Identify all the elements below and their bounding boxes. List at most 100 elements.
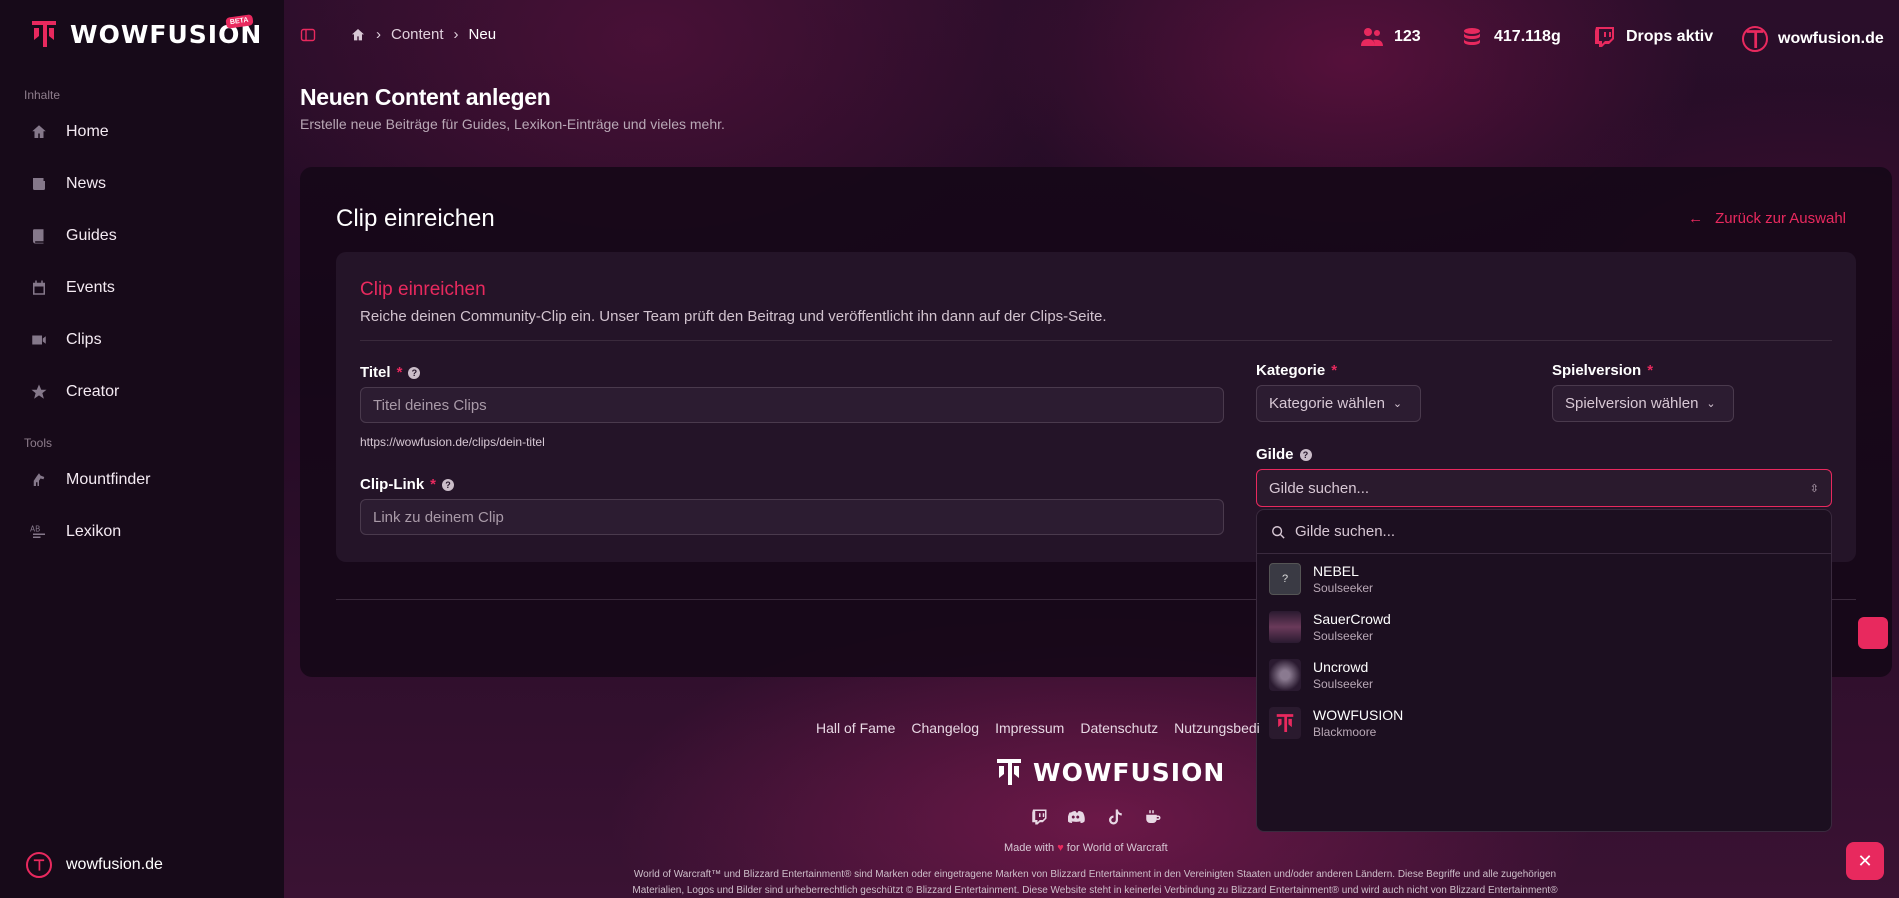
tiktok-icon[interactable] [1106,808,1124,826]
sidebar-item-mountfinder[interactable]: Mountfinder [30,466,151,494]
heart-icon: ♥ [1057,842,1064,854]
clip-link-label-text: Clip-Link [360,476,425,493]
back-to-selection-link[interactable]: ← Zurück zur Auswahl [1688,210,1846,227]
home-icon [32,125,46,138]
breadcrumb-item-current: Neu [468,26,497,43]
coffee-icon[interactable] [1144,808,1162,826]
made-with-suffix: for World of Warcraft [1066,842,1168,854]
page-subtitle: Erstelle neue Beiträge für Guides, Lexik… [300,116,725,132]
site-link[interactable]: wowfusion.de [1742,26,1884,52]
drops-status[interactable]: Drops aktiv [1592,26,1713,48]
guild-option[interactable]: Uncrowd Soulseeker [1269,659,1373,691]
footer-link[interactable]: Datenschutz [1080,720,1158,736]
guild-dropdown: Gilde suchen... ? NEBEL Soulseeker SauerC… [1256,509,1832,832]
users-icon [1361,28,1383,46]
footer-link[interactable]: Nutzungsbedi [1174,720,1260,736]
sidebar-item-label: Lexikon [66,523,122,540]
help-icon[interactable]: ? [408,366,421,379]
breadcrumb-item-content[interactable]: Content [391,26,444,43]
guild-realm: Soulseeker [1313,581,1374,595]
footer-logo-text: WOWFUSION [1033,757,1226,787]
twitch-icon[interactable] [1030,808,1048,826]
coins-icon [1464,28,1480,45]
guild-realm: Soulseeker [1313,677,1374,691]
clip-link-placeholder: Link zu deinem Clip [373,508,504,526]
submit-button[interactable] [1858,617,1888,649]
sidebar-footer-link[interactable]: wowfusion.de [26,852,163,878]
form-divider [360,340,1832,341]
video-icon [32,335,46,345]
wowfusion-logo-icon [26,852,52,878]
twitch-icon [1595,27,1614,47]
sidebar-item-creator[interactable]: Creator [30,378,119,406]
guild-realm: Blackmoore [1313,725,1377,739]
made-with-prefix: Made with [1004,842,1055,854]
guild-avatar: ? [1269,563,1301,595]
help-icon[interactable]: ? [442,478,455,491]
wowfusion-logo-icon [32,21,56,47]
footer-link[interactable]: Hall of Fame [816,720,895,736]
version-value: Spielversion wählen [1565,395,1699,412]
required-mark: * [1647,362,1654,379]
category-select[interactable]: Kategorie wählen ⌄ [1256,385,1421,422]
category-value: Kategorie wählen [1269,395,1385,412]
guild-option[interactable]: SauerCrowd Soulseeker [1269,611,1391,643]
brand-logo[interactable]: WOWFUSION BETA [30,14,262,50]
sidebar-item-events[interactable]: Events [30,274,115,302]
made-with-note: Made with ♥ for World of Warcraft [1004,842,1168,854]
guild-search-field[interactable]: Gilde suchen... [1257,510,1831,554]
drops-label: Drops aktiv [1626,28,1714,45]
wowfusion-logo-icon [1742,26,1768,52]
tools-fab-button[interactable]: ✕ [1846,842,1884,880]
guild-name: WOWFUSION [1313,707,1404,723]
guild-label: Gilde ? [1256,446,1312,463]
clip-link-input[interactable]: Link zu deinem Clip [360,499,1224,535]
site-label: wowfusion.de [1778,30,1884,47]
card-title: Clip einreichen [336,205,495,232]
title-placeholder: Titel deines Clips [373,396,487,414]
title-label: Titel * ? [360,364,421,381]
help-icon[interactable]: ? [1299,448,1312,461]
wowfusion-logo-icon [1276,714,1294,732]
guild-avatar [1269,659,1301,691]
breadcrumb: › Content › Neu [300,26,496,43]
sidebar-item-guides[interactable]: Guides [30,222,117,250]
guild-option[interactable]: ? NEBEL Soulseeker [1269,563,1373,595]
abc-icon: AB [30,524,45,538]
sidebar-item-label: Events [66,279,115,296]
footer-logo: WOWFUSION [995,756,1225,788]
sidebar-section-tools: Tools [24,436,53,450]
guild-avatar [1269,707,1301,739]
star-icon [31,384,47,399]
sidebar-item-clips[interactable]: Clips [30,326,102,354]
sidebar-item-news[interactable]: News [30,170,106,198]
members-count[interactable]: 123 [1360,26,1421,48]
footer-link[interactable]: Changelog [911,720,979,736]
sidebar-item-label: Guides [66,227,117,244]
gold-price[interactable]: 417.118g [1460,26,1561,48]
title-input[interactable]: Titel deines Clips [360,387,1224,423]
sidebar-item-label: Home [66,123,109,140]
svg-text:AB: AB [30,524,40,533]
guild-option[interactable]: WOWFUSION Blackmoore [1269,707,1403,739]
required-mark: * [396,364,403,381]
sidebar-item-label: Clips [66,331,102,348]
discord-icon[interactable] [1068,808,1086,826]
sidebar-item-lexikon[interactable]: AB Lexikon [30,518,121,546]
version-select[interactable]: Spielversion wählen ⌄ [1552,385,1734,422]
sidebar-item-label: Mountfinder [66,471,151,488]
home-icon[interactable] [350,27,366,43]
wowfusion-logo-icon [997,759,1021,785]
clip-link-label: Clip-Link * ? [360,476,455,493]
sidebar-toggle-icon[interactable] [300,27,316,43]
sidebar-section-content: Inhalte [24,88,61,102]
guild-name: Uncrowd [1313,659,1369,675]
sidebar-footer-label: wowfusion.de [66,856,163,873]
guild-combobox[interactable]: Gilde suchen... ⇳ [1256,469,1832,507]
sidebar-item-home[interactable]: Home [30,118,109,146]
sidebar: WOWFUSION BETA Inhalte Home News Guides … [0,0,284,898]
page-title: Neuen Content anlegen [300,84,551,110]
footer-link[interactable]: Impressum [995,720,1064,736]
gold-value: 417.118g [1494,28,1561,45]
chevron-up-down-icon: ⇳ [1809,482,1819,495]
